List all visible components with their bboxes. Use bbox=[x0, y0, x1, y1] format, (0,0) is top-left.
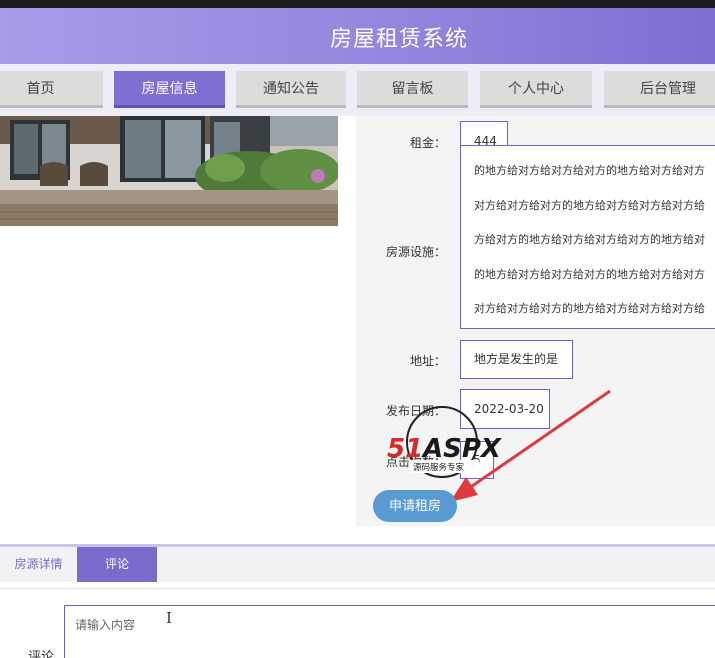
facility-value-box: 的地方给对方给对方给对方的地方给对方给对方 对方给对方给对方的地方给对方给对方给… bbox=[460, 145, 715, 329]
facility-line: 方给对方的地方给对方给对方给对方的地方给对 bbox=[474, 233, 705, 246]
comment-input[interactable] bbox=[64, 605, 715, 658]
address-label: 地址： bbox=[409, 354, 446, 368]
comment-label: 评论 bbox=[28, 650, 55, 658]
site-title: 房屋租赁系统 bbox=[330, 27, 469, 52]
comment-placeholder: 请输入内容 bbox=[75, 618, 136, 632]
nav-item-message-board[interactable]: 留言板 bbox=[357, 71, 468, 108]
apply-rent-button[interactable]: 申请租房 bbox=[373, 490, 457, 522]
detail-tabs: 房源详情 评论 bbox=[0, 544, 715, 582]
nav-item-admin[interactable]: 后台管理 bbox=[604, 71, 715, 108]
house-photo-image bbox=[0, 116, 338, 226]
main-nav: 首页 房屋信息 通知公告 留言板 个人中心 后台管理 bbox=[0, 64, 715, 116]
tab-comments[interactable]: 评论 bbox=[77, 547, 157, 582]
facility-line: 对方给对方给对方的地方给对方给对方给对方给 bbox=[474, 302, 705, 315]
site-header: 房屋租赁系统 bbox=[0, 8, 715, 64]
nav-item-house-info[interactable]: 房屋信息 bbox=[114, 71, 225, 108]
nav-item-notices[interactable]: 通知公告 bbox=[236, 71, 346, 108]
text-cursor-icon: I bbox=[166, 609, 172, 627]
watermark-brand-51: 51 bbox=[387, 434, 423, 464]
facility-line: 的地方给对方给对方给对方的地方给对方给对方 bbox=[474, 164, 705, 177]
page: 房屋租赁系统 首页 房屋信息 通知公告 留言板 个人中心 后台管理 租金： 44… bbox=[0, 0, 715, 658]
address-value: 地方是发生的是 bbox=[460, 340, 573, 379]
window-top-strip bbox=[0, 0, 715, 8]
rent-label: 租金： bbox=[409, 136, 446, 150]
nav-item-home[interactable]: 首页 bbox=[0, 71, 103, 108]
facility-line: 对方给对方给对方的地方给对方给对方给对方给 bbox=[474, 198, 705, 212]
nav-item-personal-center[interactable]: 个人中心 bbox=[480, 71, 592, 108]
house-photo bbox=[0, 116, 338, 226]
annotation-arrow-icon bbox=[450, 389, 611, 502]
facility-label: 房源设施： bbox=[385, 245, 446, 259]
tab-house-details[interactable]: 房源详情 bbox=[0, 547, 77, 582]
facility-line: 的地方给对方给对方给对方的地方给对方给对方 bbox=[474, 267, 705, 281]
